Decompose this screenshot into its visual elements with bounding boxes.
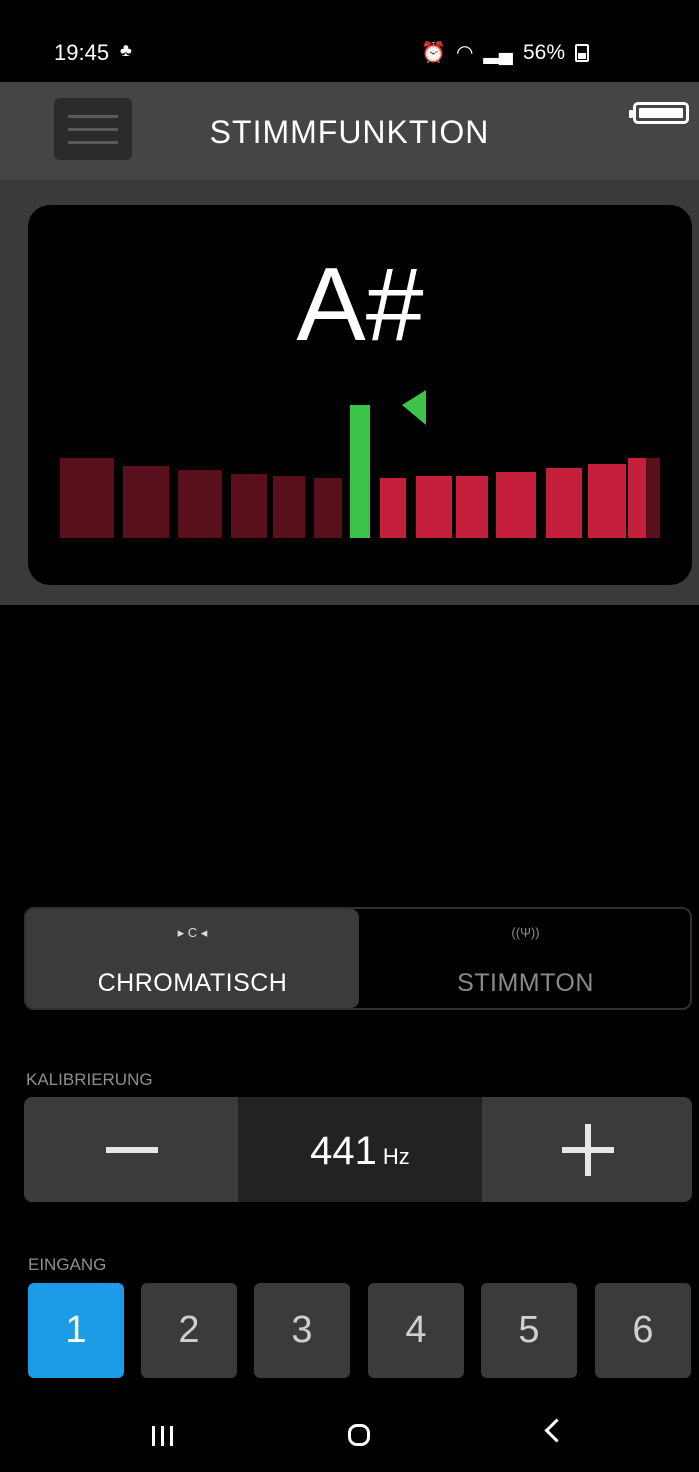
calibration-label: KALIBRIERUNG	[26, 1070, 153, 1089]
meter-segment-left	[273, 476, 305, 538]
status-battery-icon	[575, 43, 589, 62]
mode-chromatic-label: CHROMATISCH	[97, 969, 288, 997]
pitch-indicator-arrow	[402, 390, 426, 425]
mode-reference-tone-button[interactable]: ((Ψ)) STIMMTON	[361, 909, 690, 1008]
meter-segment-left	[123, 466, 169, 538]
input-channel-6-button[interactable]: 6	[595, 1283, 691, 1378]
calibration-increase-button[interactable]	[482, 1097, 692, 1202]
input-label: EINGANG	[28, 1255, 107, 1274]
input-channel-1-button[interactable]: 1	[28, 1283, 124, 1378]
device-battery-icon	[629, 102, 689, 124]
battery-percent: 56%	[522, 40, 565, 64]
mode-reference-tone-label: STIMMTON	[457, 969, 594, 997]
meter-segment-right	[416, 476, 452, 538]
meter-center-bar	[350, 405, 370, 538]
calibration-decrease-button[interactable]	[24, 1097, 238, 1202]
meter-segment-left	[60, 458, 114, 538]
meter-segment-right	[496, 472, 536, 538]
back-button[interactable]	[544, 1418, 569, 1443]
status-time: 19:45	[54, 40, 110, 65]
signal-icon: ▂▄	[483, 42, 513, 64]
page-title: STIMMFUNKTION	[209, 114, 490, 150]
app-bar: STIMMFUNKTION	[0, 82, 699, 180]
calibration-value-display: 441 Hz	[238, 1097, 482, 1202]
meter-segment-right	[588, 464, 626, 538]
meter-segment-right	[546, 468, 582, 538]
calibration-unit: Hz	[382, 1144, 410, 1169]
status-bar: 19:45 ♣ ⏰ ◠ ▂▄ 56%	[0, 0, 699, 82]
chromatic-icon: ▸ C ◂	[177, 925, 208, 940]
input-channel-3-button[interactable]: 3	[254, 1283, 350, 1378]
tuner-display: A#	[28, 205, 692, 585]
input-channel-4-button[interactable]: 4	[368, 1283, 464, 1378]
mode-chromatic-button[interactable]: ▸ C ◂ CHROMATISCH	[26, 909, 359, 1008]
calibration-value: 441	[310, 1129, 377, 1173]
tuning-fork-icon: ((Ψ))	[511, 925, 540, 940]
meter-segment-left	[314, 478, 342, 538]
calibration-control: 441 Hz	[24, 1097, 692, 1202]
mode-toggle: ▸ C ◂ CHROMATISCH ((Ψ)) STIMMTON	[24, 907, 692, 1010]
input-channel-5-button[interactable]: 5	[481, 1283, 577, 1378]
meter-segment-edge	[646, 458, 660, 538]
meter-segment-right	[456, 476, 488, 538]
system-nav-bar	[0, 1400, 699, 1472]
notification-icon: ♣	[120, 40, 132, 60]
wifi-icon: ◠	[455, 42, 474, 64]
input-channel-2-button[interactable]: 2	[141, 1283, 237, 1378]
meter-segment-left	[178, 470, 222, 538]
tuning-meter	[60, 390, 660, 538]
meter-segment-right	[380, 478, 406, 538]
recents-button[interactable]	[152, 1426, 176, 1446]
home-button[interactable]	[348, 1424, 370, 1446]
alarm-icon: ⏰	[421, 42, 446, 64]
meter-segment-left	[231, 474, 267, 538]
status-icons: ⏰ ◠ ▂▄ 56%	[421, 40, 589, 65]
